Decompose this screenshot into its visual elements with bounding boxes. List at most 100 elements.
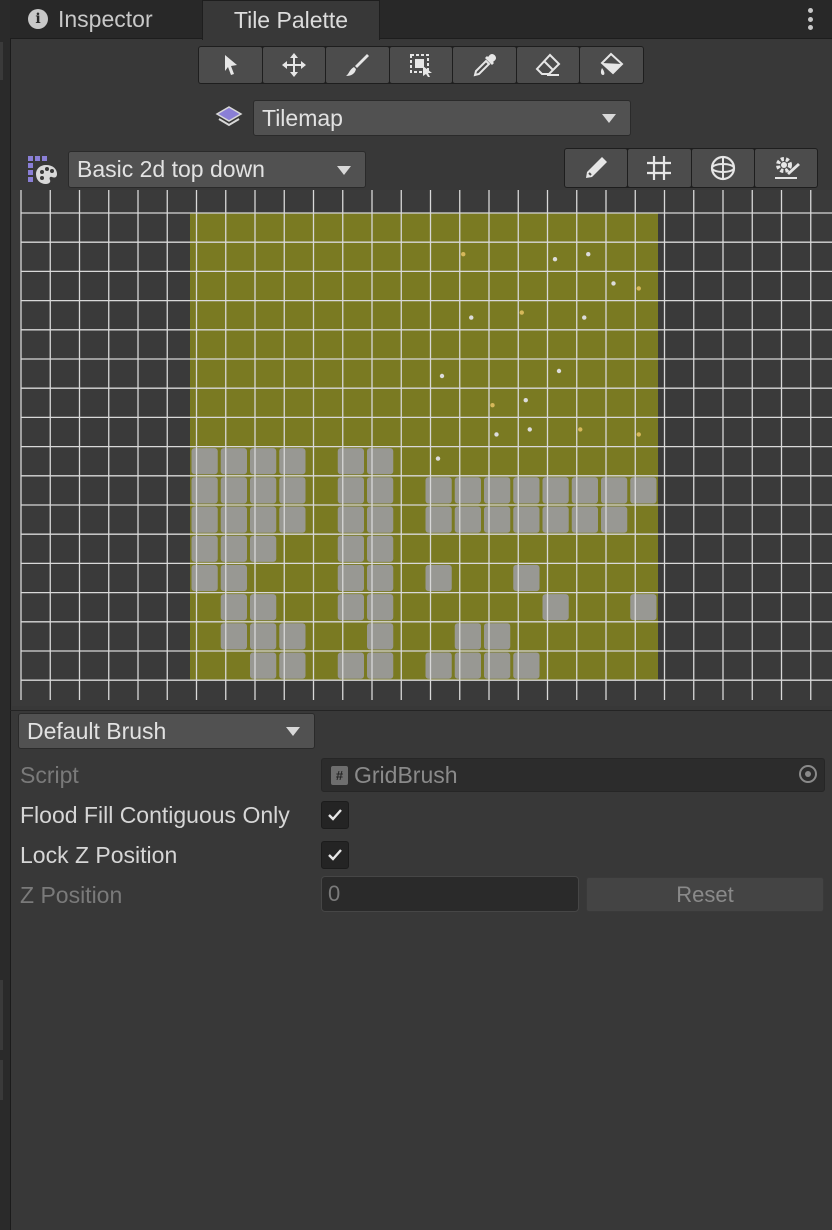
script-value: GridBrush <box>354 761 458 788</box>
chevron-down-icon <box>337 165 351 175</box>
stone-tile <box>337 652 364 679</box>
stone-tile <box>630 594 657 621</box>
stone-tile <box>220 623 247 650</box>
flower-speck <box>439 373 445 379</box>
object-picker-icon[interactable] <box>799 765 817 783</box>
stone-tile <box>484 477 511 504</box>
stone-tile <box>425 506 452 533</box>
flood-fill-checkbox[interactable] <box>321 801 349 829</box>
stone-tile <box>337 564 364 592</box>
stone-tile <box>337 448 364 475</box>
stone-tile <box>250 448 277 475</box>
checkmark-icon <box>328 809 342 821</box>
palette-dropdown[interactable]: Basic 2d top down <box>68 151 366 188</box>
stone-tile <box>367 594 394 621</box>
gizmo-toggle-button[interactable] <box>691 149 754 187</box>
box-fill-tool-icon <box>410 54 433 77</box>
move-tool-button[interactable] <box>262 47 326 83</box>
stone-tile <box>337 477 364 504</box>
palette-settings-button[interactable] <box>754 149 817 187</box>
tab-tile-palette-label: Tile Palette <box>233 7 349 33</box>
box-fill-tool-button[interactable] <box>389 47 453 83</box>
stone-tile <box>191 477 218 504</box>
stone-tile <box>279 652 306 679</box>
stone-tile <box>425 564 452 592</box>
brush-value: Default Brush <box>27 717 167 744</box>
tile-palette-canvas[interactable] <box>12 190 832 706</box>
stone-tile <box>630 477 657 504</box>
stone-tile <box>191 564 218 592</box>
flood-fill-tool-button[interactable] <box>580 47 644 83</box>
stone-tile <box>279 477 306 504</box>
z-position-input[interactable]: 0 <box>321 876 579 912</box>
stone-tile <box>513 564 540 592</box>
more-options-icon[interactable] <box>808 8 814 30</box>
stone-tile <box>542 594 569 621</box>
stone-tile <box>425 652 452 679</box>
paint-brush-tool-button[interactable] <box>326 47 389 83</box>
chevron-down-icon <box>286 727 300 736</box>
lock-z-checkbox[interactable] <box>321 841 349 869</box>
stone-tile <box>513 652 540 679</box>
flower-speck <box>494 432 499 437</box>
stone-tile <box>191 506 218 533</box>
stone-tile <box>250 594 277 621</box>
stone-tile <box>542 506 569 533</box>
stone-tile <box>425 477 452 504</box>
gizmo-icon <box>710 155 735 181</box>
stone-tile <box>337 535 364 562</box>
flood-fill-label: Flood Fill Contiguous Only <box>20 802 290 828</box>
stone-tile <box>367 623 394 650</box>
stone-tile <box>513 477 540 504</box>
stone-tile <box>220 477 247 504</box>
stone-tile <box>220 594 247 621</box>
stone-tile <box>367 506 394 533</box>
layers-icon <box>215 106 243 127</box>
stone-tile <box>250 506 277 533</box>
tab-inspector-label: Inspector <box>58 5 153 32</box>
brush-dropdown[interactable]: Default Brush <box>18 713 315 749</box>
stone-tile <box>513 506 540 533</box>
flower-speck <box>552 257 558 262</box>
flower-speck <box>582 315 587 320</box>
stone-tile <box>279 448 306 475</box>
stone-tile <box>367 477 394 504</box>
stone-tile <box>542 477 569 504</box>
flower-speck <box>636 432 641 437</box>
select-tool-button[interactable] <box>199 47 262 83</box>
grid-toggle-button[interactable] <box>628 149 691 187</box>
tab-tile-palette[interactable]: Tile Palette <box>202 0 380 40</box>
stone-tile <box>601 477 628 504</box>
erase-tool-button[interactable] <box>516 47 580 83</box>
edit-palette-button[interactable] <box>565 149 628 187</box>
flower-speck <box>556 368 562 374</box>
active-tilemap-dropdown[interactable]: Tilemap <box>253 100 631 136</box>
stone-tile <box>484 623 511 650</box>
tile-tool-strip <box>198 46 644 84</box>
script-label: Script <box>20 762 79 788</box>
tab-inspector[interactable]: i Inspector <box>28 0 153 38</box>
stone-tile <box>191 448 218 475</box>
stone-tile <box>279 506 306 533</box>
reset-button[interactable]: Reset <box>586 877 824 912</box>
tile-palette-grid[interactable] <box>12 190 832 706</box>
picker-tool-icon <box>473 54 496 77</box>
flower-speck <box>435 456 441 461</box>
palette-icon <box>28 156 57 184</box>
stone-tile <box>250 535 277 562</box>
stone-tile <box>454 506 481 533</box>
move-tool-icon <box>281 53 306 77</box>
script-field[interactable]: # GridBrush <box>321 758 825 792</box>
stone-tile <box>484 652 511 679</box>
picker-tool-button[interactable] <box>453 47 516 83</box>
flower-speck <box>578 427 583 432</box>
checkmark-icon <box>328 849 342 861</box>
stone-tile <box>191 535 218 562</box>
flower-speck <box>523 398 528 403</box>
stone-tile <box>367 448 394 475</box>
stone-tile <box>484 506 511 533</box>
lock-z-label: Lock Z Position <box>20 842 178 868</box>
stone-tile <box>220 564 247 592</box>
stone-tile <box>337 506 364 533</box>
flower-speck <box>519 310 524 315</box>
